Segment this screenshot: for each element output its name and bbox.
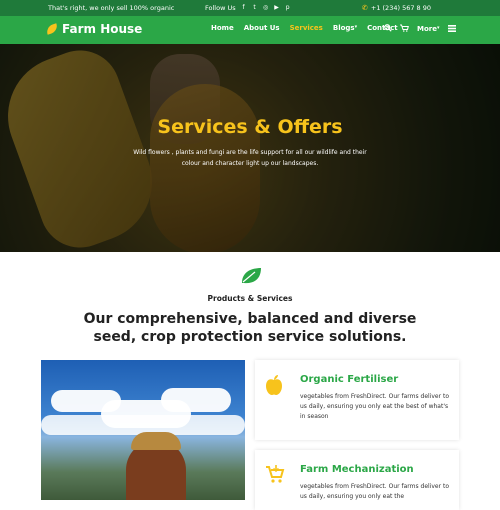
card-title[interactable]: Organic Fertiliser xyxy=(300,374,398,385)
leaf-icon xyxy=(44,23,60,35)
card-text: vegetables from FreshDirect. Our farms d… xyxy=(300,483,449,500)
leaf-icon xyxy=(242,268,261,284)
card-title[interactable]: Farm Mechanization xyxy=(300,464,414,475)
nav-menu: Home About Us Services Blogs▾ Contact xyxy=(206,24,403,32)
more-menu[interactable]: More▾ xyxy=(417,25,440,33)
card-text: vegetables from FreshDirect. Our farms d… xyxy=(300,393,449,420)
nav-item-about-us[interactable]: About Us xyxy=(239,24,285,32)
service-card[interactable]: Organic Fertiliser vegetables from Fresh… xyxy=(255,360,459,440)
cloud xyxy=(161,388,231,412)
caret-down-icon: ▾ xyxy=(354,24,358,30)
follow-us: Follow Us f t ◎ ▶ p xyxy=(205,4,291,12)
farmer-photo xyxy=(41,360,245,500)
follow-label: Follow Us xyxy=(205,4,236,12)
brand-logo[interactable]: Farm House xyxy=(44,22,142,36)
cart-icon xyxy=(265,464,285,486)
main-navbar: Farm House Home About Us Services Blogs▾… xyxy=(0,16,500,44)
caret-down-icon: ▾ xyxy=(436,25,440,31)
phone-number[interactable]: +1 (234) 567 8 90 xyxy=(371,4,431,12)
brand-name[interactable]: Farm House xyxy=(62,22,142,36)
youtube-icon[interactable]: ▶ xyxy=(274,5,280,11)
more-label: More xyxy=(417,25,437,33)
section-title: Our comprehensive, balanced and diverse … xyxy=(83,311,417,345)
tagline: That's right, we only sell 100% organic xyxy=(48,4,175,12)
search-icon[interactable] xyxy=(384,24,392,34)
nav-item-blogs[interactable]: Blogs▾ xyxy=(328,24,362,32)
phone-contact[interactable]: ✆ +1 (234) 567 8 90 xyxy=(362,4,431,12)
service-card[interactable]: Farm Mechanization vegetables from Fresh… xyxy=(255,450,459,510)
hero-banner: Services & Offers Wild flowers , plants … xyxy=(0,44,500,252)
cart-icon[interactable] xyxy=(400,24,409,34)
farmer-hat xyxy=(131,432,181,450)
phone-icon: ✆ xyxy=(362,4,368,12)
hero-subtitle: Wild flowers , plants and fungi are the … xyxy=(133,149,367,167)
section-tag: Products & Services xyxy=(207,294,293,303)
nav-item-services[interactable]: Services xyxy=(285,24,328,32)
twitter-icon[interactable]: t xyxy=(252,5,258,11)
top-bar: That's right, we only sell 100% organic … xyxy=(0,0,500,16)
instagram-icon[interactable]: ◎ xyxy=(263,5,269,11)
pinterest-icon[interactable]: p xyxy=(285,5,291,11)
hero-title: Services & Offers xyxy=(157,116,343,138)
nav-icons: More▾ xyxy=(384,24,456,34)
menu-grid-icon[interactable] xyxy=(447,24,456,34)
apple-icon xyxy=(265,374,283,396)
nav-item-home[interactable]: Home xyxy=(206,24,239,32)
facebook-icon[interactable]: f xyxy=(241,5,247,11)
nav-item-blogs-label: Blogs xyxy=(332,24,355,32)
